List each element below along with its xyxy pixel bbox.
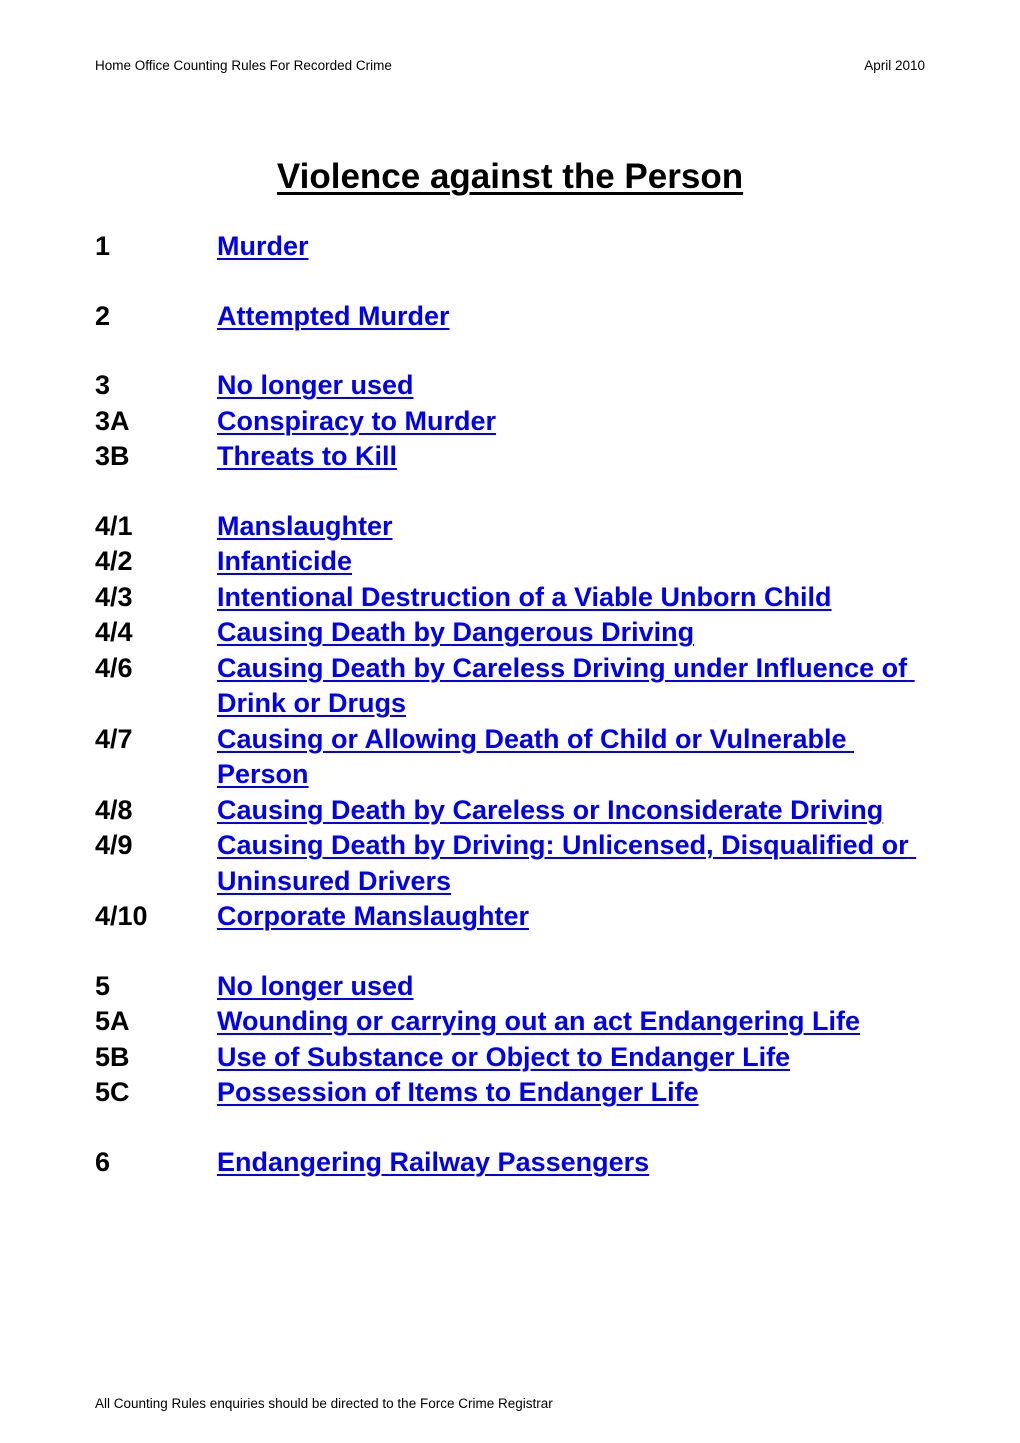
offence-row: 3 No longer used — [95, 368, 925, 404]
offence-group: 4/1 Manslaughter 4/2 Infanticide 4/3 Intentio… — [95, 509, 925, 935]
offence-code: 3B — [95, 441, 130, 471]
offence-code: 5A — [95, 1006, 130, 1036]
offence-group: 2 Attempted Murder — [95, 299, 925, 335]
offence-code: 4/9 — [95, 830, 133, 860]
offence-row: 5A Wounding or carrying out an act Endang… — [95, 1004, 925, 1040]
offence-group: 6 Endangering Railway Passengers — [95, 1145, 925, 1181]
offence-link[interactable]: Conspiracy to Murder — [217, 404, 925, 440]
offence-row: 4/8 Causing Death by Careless or Inconsid… — [95, 793, 925, 829]
offence-code: 4/7 — [95, 723, 133, 754]
offence-row: 4/2 Infanticide — [95, 544, 925, 580]
offence-link[interactable]: Attempted Murder — [217, 299, 925, 335]
offence-code: 3A — [95, 405, 130, 436]
offence-row: 6 Endangering Railway Passengers — [95, 1145, 925, 1181]
offence-link[interactable]: No longer used — [217, 969, 925, 1005]
offence-link[interactable]: Wounding or carrying out an act Endanger… — [217, 1004, 925, 1040]
offence-link[interactable]: Intentional Destruction of a Viable Unbo… — [217, 580, 925, 616]
offence-group: 5 No longer used 5A Wounding or carrying ou… — [95, 969, 925, 1111]
offence-link[interactable]: Possession of Items to Endanger Life — [217, 1075, 925, 1111]
offence-row: 5B Use of Substance or Object to Endanger… — [95, 1040, 925, 1076]
offence-code: 6 — [95, 1146, 111, 1177]
offence-link[interactable]: Causing Death by Careless Driving under … — [217, 651, 925, 722]
offence-code: 4/6 — [95, 652, 133, 683]
offence-row: 4/4 Causing Death by Dangerous Driving — [95, 615, 925, 651]
header-document-title: Home Office Counting Rules For Recorded … — [95, 58, 392, 73]
offence-row: 4/7 Causing or Allowing Death of Child or… — [95, 722, 925, 793]
page-title: Violence against the Person — [0, 156, 1020, 198]
offence-row: 1 Murder — [95, 229, 925, 265]
offence-row: 4/1 Manslaughter — [95, 509, 925, 545]
offence-code: 4/10 — [95, 901, 148, 931]
footer-text: All Counting Rules enquiries should be d… — [95, 1396, 553, 1411]
offence-row: 4/10 Corporate Manslaughter — [95, 899, 925, 935]
offence-link[interactable]: No longer used — [217, 368, 925, 404]
offence-code: 4/8 — [95, 794, 133, 825]
offence-link[interactable]: Murder — [217, 229, 925, 265]
offence-link[interactable]: Corporate Manslaughter — [217, 899, 925, 935]
offence-code: 5C — [95, 1077, 130, 1107]
offence-code: 4/1 — [95, 510, 133, 541]
offence-link[interactable]: Use of Substance or Object to Endanger L… — [217, 1040, 925, 1076]
offence-link[interactable]: Causing Death by Dangerous Driving — [217, 615, 925, 651]
offence-group: 3 No longer used 3A Conspiracy to Murder 3B T… — [95, 368, 925, 475]
offence-link[interactable]: Threats to Kill — [217, 439, 925, 475]
offence-code: 4/4 — [95, 617, 133, 647]
offence-code: 4/2 — [95, 546, 133, 576]
offence-row: 2 Attempted Murder — [95, 299, 925, 335]
offence-link[interactable]: Causing Death by Careless or Inconsidera… — [217, 793, 925, 829]
offence-code: 4/3 — [95, 581, 133, 612]
offence-code: 5 — [95, 970, 111, 1001]
offence-list: 1 Murder 2 Attempted Murder 3 No longer used 3… — [95, 229, 925, 1180]
offence-link[interactable]: Infanticide — [217, 544, 925, 580]
offence-link[interactable]: Causing or Allowing Death of Child or Vu… — [217, 722, 925, 793]
offence-link[interactable]: Causing Death by Driving: Unlicensed, Di… — [217, 828, 925, 899]
running-footer: All Counting Rules enquiries should be d… — [95, 1396, 925, 1412]
offence-group: 1 Murder — [95, 229, 925, 265]
page-title-text: Violence against the Person — [276, 157, 744, 197]
offence-row: 5 No longer used — [95, 969, 925, 1005]
offence-row: 4/3 Intentional Destruction of a Viable U… — [95, 580, 925, 616]
offence-row: 4/6 Causing Death by Careless Driving und… — [95, 651, 925, 722]
offence-code: 3 — [95, 370, 111, 400]
running-header: Home Office Counting Rules For Recorded … — [95, 58, 925, 74]
offence-row: 3B Threats to Kill — [95, 439, 925, 475]
offence-row: 3A Conspiracy to Murder — [95, 404, 925, 440]
offence-row: 4/9 Causing Death by Driving: Unlicensed,… — [95, 828, 925, 899]
header-date: April 2010 — [864, 58, 925, 73]
offence-code: 1 — [95, 231, 111, 261]
offence-link[interactable]: Manslaughter — [217, 509, 925, 545]
document-page: Home Office Counting Rules For Recorded … — [0, 0, 1020, 1443]
offence-code: 5B — [95, 1041, 130, 1072]
offence-code: 2 — [95, 300, 111, 331]
offence-link[interactable]: Endangering Railway Passengers — [217, 1145, 925, 1181]
offence-row: 5C Possession of Items to Endanger Life — [95, 1075, 925, 1111]
